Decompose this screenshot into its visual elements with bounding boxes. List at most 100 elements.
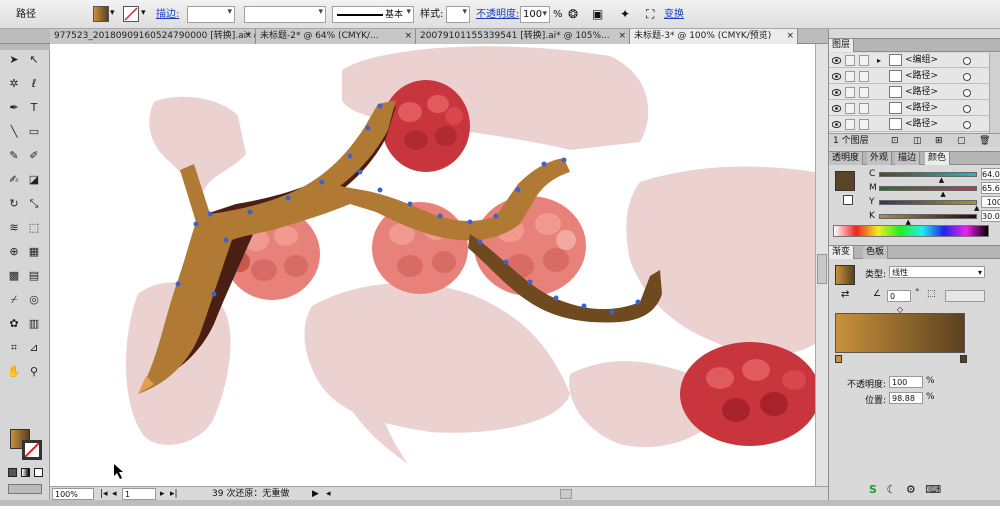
tab-color[interactable]: 颜色 (925, 152, 951, 165)
layers-scrollbar[interactable] (989, 53, 1000, 133)
zoom-tool-icon[interactable]: ⚲ (26, 364, 42, 380)
channel-value[interactable]: 30.08 (981, 210, 1000, 222)
expand-triangle-icon[interactable]: ▸ (877, 53, 881, 68)
eyedropper-tool-icon[interactable]: ⌿ (6, 292, 22, 308)
target-circle-icon[interactable] (963, 105, 971, 113)
rotate-tool-icon[interactable]: ↻ (6, 196, 22, 212)
close-icon[interactable]: × (244, 29, 252, 43)
direct-selection-tool-icon[interactable]: ↖ (26, 52, 42, 68)
gradient-slider[interactable] (835, 313, 965, 353)
gradient-mode-icon[interactable] (21, 468, 30, 477)
tab-appearance[interactable]: 外观 (867, 152, 893, 165)
stroke-swatch[interactable] (123, 6, 139, 22)
fill-swatch[interactable] (93, 6, 109, 22)
warp-tool-icon[interactable]: ≋ (6, 220, 22, 236)
previous-artboard-icon[interactable]: ◂ (112, 488, 117, 500)
gradient-opacity-field[interactable]: 100 (889, 376, 923, 388)
paintbrush-tool-icon[interactable]: ✎ (6, 148, 22, 164)
last-artboard-icon[interactable]: ▸| (170, 488, 178, 500)
new-sublayer-icon[interactable]: ⊞ (935, 134, 943, 148)
lock-toggle[interactable] (845, 87, 855, 98)
color-mode-icon[interactable] (8, 468, 17, 477)
recolor-artwork-icon[interactable]: ❂ (568, 6, 578, 23)
perspective-grid-tool-icon[interactable]: ▦ (26, 244, 42, 260)
scroll-left-icon[interactable]: ◂ (326, 488, 331, 500)
close-icon[interactable]: × (618, 29, 626, 43)
eye-icon[interactable] (832, 105, 841, 112)
tab-transparency[interactable]: 透明度 (829, 152, 864, 165)
aspect-ratio-field[interactable] (945, 290, 985, 302)
first-artboard-icon[interactable]: |◂ (100, 488, 108, 500)
magic-wand-tool-icon[interactable]: ✲ (6, 76, 22, 92)
eye-icon[interactable] (832, 73, 841, 80)
blend-tool-icon[interactable]: ◎ (26, 292, 42, 308)
angle-field[interactable]: 0 (887, 290, 911, 302)
line-segment-tool-icon[interactable]: ╲ (6, 124, 22, 140)
layer-row[interactable]: <路径> (829, 85, 989, 100)
channel-value[interactable]: 64.06 (981, 168, 1000, 180)
stroke-color-box[interactable] (22, 440, 42, 460)
stroke-label[interactable]: 描边: (156, 6, 179, 23)
next-artboard-icon[interactable]: ▸ (160, 488, 165, 500)
artboard-canvas[interactable] (50, 44, 815, 486)
color-stroke-swatch[interactable] (843, 195, 853, 205)
lock-toggle[interactable] (845, 119, 855, 130)
artboard-number-field[interactable]: 1 (122, 488, 156, 500)
target-circle-icon[interactable] (963, 121, 971, 129)
target-circle-icon[interactable] (963, 89, 971, 97)
eye-icon[interactable] (832, 121, 841, 128)
gradient-stop-end[interactable] (960, 355, 967, 363)
opacity-field[interactable]: 100 (520, 6, 550, 23)
pen-tool-icon[interactable]: ✒ (6, 100, 22, 116)
tab-document-4[interactable]: 未标题-3* @ 100% (CMYK/预览) × (630, 29, 798, 44)
type-tool-icon[interactable]: T (26, 100, 42, 116)
tab-swatches[interactable]: 色板 (863, 246, 889, 259)
layer-row[interactable]: <路径> (829, 117, 989, 132)
zoom-field[interactable]: 100% (52, 488, 94, 500)
channel-value[interactable]: 65.63 (981, 182, 1000, 194)
mesh-tool-icon[interactable]: ▩ (6, 268, 22, 284)
gradient-tool-icon[interactable]: ▤ (26, 268, 42, 284)
none-mode-icon[interactable] (34, 468, 43, 477)
style-dropdown[interactable] (446, 6, 470, 23)
tab-document-3[interactable]: 20079101155339541 [转换].ai* @ 105%... × (416, 29, 630, 44)
close-icon[interactable]: × (404, 29, 412, 43)
column-graph-tool-icon[interactable]: ▥ (26, 316, 42, 332)
brush-definition[interactable]: 基本 (332, 6, 414, 23)
tab-stroke[interactable]: 描边 (895, 152, 921, 165)
target-circle-icon[interactable] (963, 57, 971, 65)
channel-bar[interactable] (879, 200, 977, 205)
symbol-sprayer-tool-icon[interactable]: ✿ (6, 316, 22, 332)
rectangle-tool-icon[interactable]: ▭ (26, 124, 42, 140)
settings-icon[interactable]: ⚙ (906, 483, 916, 496)
opacity-label[interactable]: 不透明度: (476, 6, 519, 23)
gradient-preview-swatch[interactable] (835, 265, 855, 285)
artboard-tool-icon[interactable]: ⌗ (6, 340, 22, 356)
layer-row[interactable]: <路径> (829, 101, 989, 116)
lasso-tool-icon[interactable]: ℓ (26, 76, 42, 92)
tab-gradient[interactable]: 渐变 (829, 246, 855, 259)
tab-document-1[interactable]: 977523_20180909160524790000 [转换].ai* @ .… (50, 29, 256, 44)
status-menu-icon[interactable]: ▶ (312, 488, 319, 500)
input-method-icon[interactable]: S (869, 483, 877, 496)
target-circle-icon[interactable] (963, 73, 971, 81)
keyboard-icon[interactable]: ⌨ (925, 483, 941, 496)
moon-icon[interactable]: ☾ (886, 483, 896, 496)
scroll-thumb[interactable] (817, 254, 827, 284)
channel-value[interactable]: 100 (981, 196, 1000, 208)
channel-bar[interactable] (879, 172, 977, 177)
status-info[interactable]: 39 次还原：无重做 (212, 488, 289, 500)
layer-row[interactable]: <路径> (829, 69, 989, 84)
eye-icon[interactable] (832, 89, 841, 96)
blob-brush-tool-icon[interactable]: ✍ (6, 172, 22, 188)
isolate-icon[interactable]: ✦ (620, 6, 630, 23)
reverse-gradient-icon[interactable]: ⇄ (841, 289, 849, 300)
tab-document-2[interactable]: 未标题-2* @ 64% (CMYK/... × (256, 29, 416, 44)
lock-toggle[interactable] (845, 55, 855, 66)
midpoint-diamond-icon[interactable]: ◇ (897, 305, 903, 314)
shape-builder-tool-icon[interactable]: ⊕ (6, 244, 22, 260)
new-layer-icon[interactable]: ▢ (957, 134, 966, 148)
lock-toggle[interactable] (845, 103, 855, 114)
stroke-dropdown-icon[interactable]: ▾ (141, 8, 146, 18)
eraser-tool-icon[interactable]: ◪ (26, 172, 42, 188)
